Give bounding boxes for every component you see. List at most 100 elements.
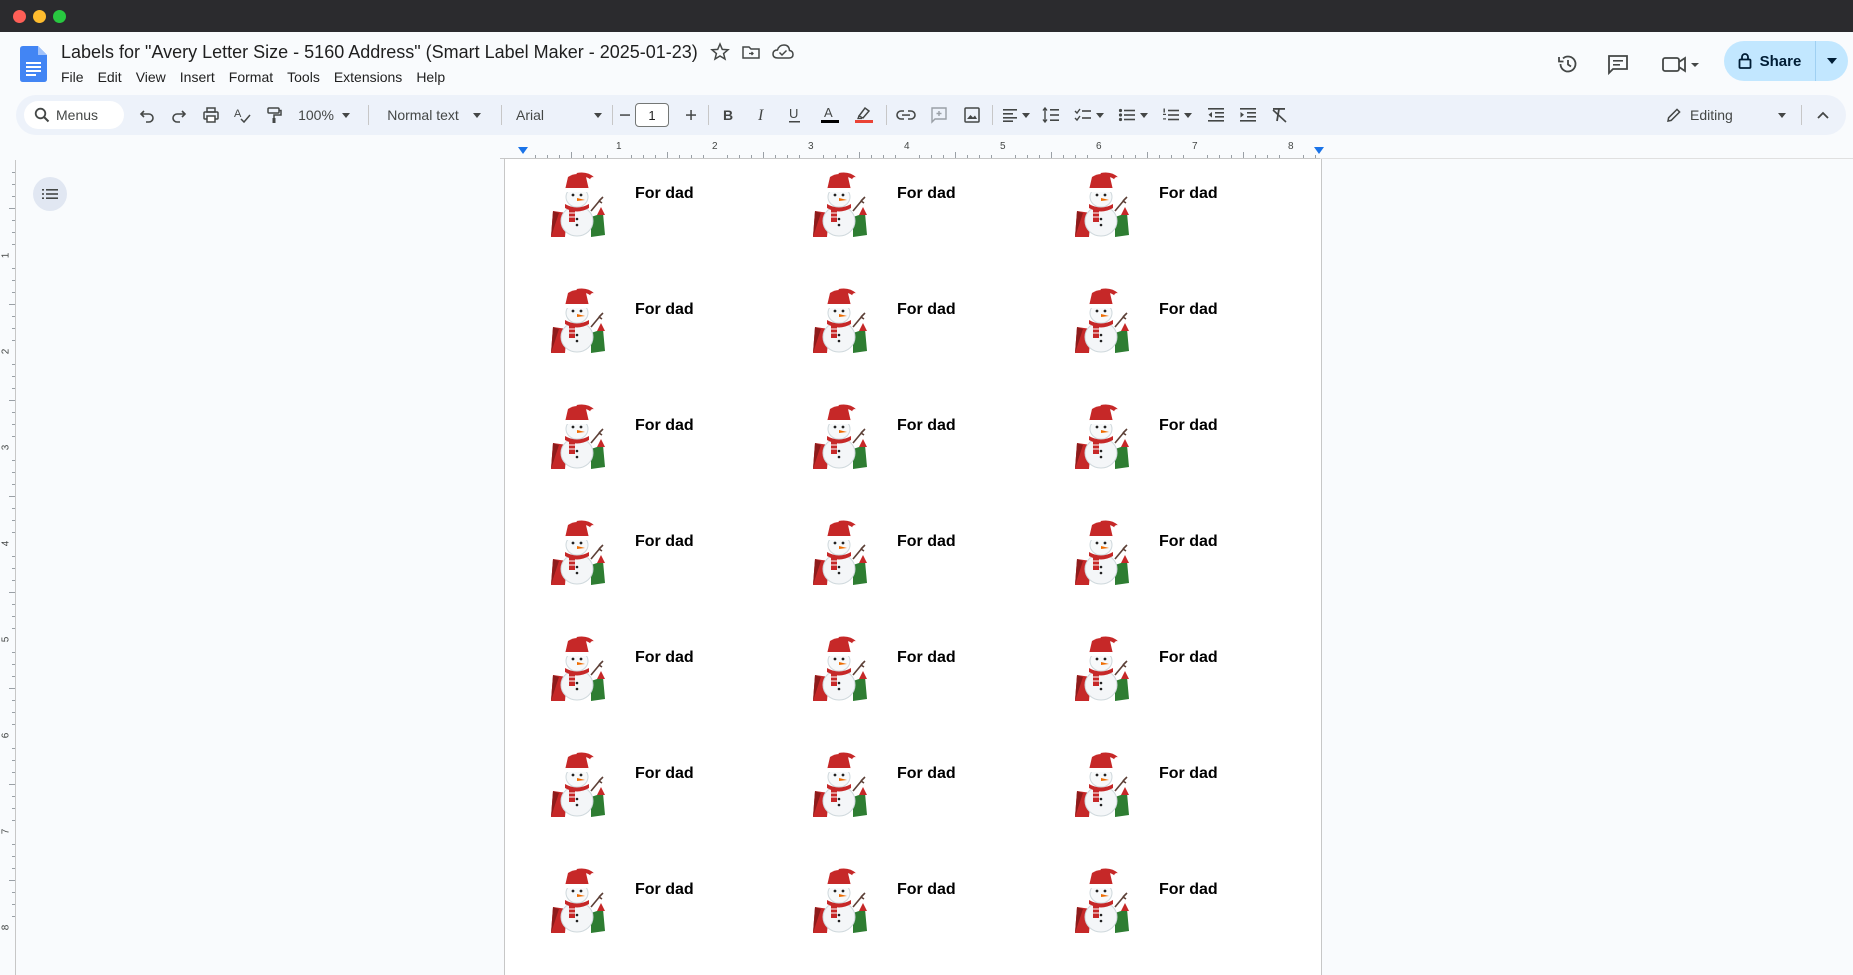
share-dropdown-button[interactable] — [1816, 41, 1848, 81]
address-label[interactable]: For dad — [1029, 615, 1269, 701]
address-label[interactable]: For dad — [1029, 383, 1269, 469]
snowman-image[interactable] — [547, 287, 607, 353]
highlight-color-icon[interactable] — [850, 95, 878, 135]
font-family-dropdown[interactable]: Arial — [510, 95, 608, 135]
minimize-window-button[interactable] — [33, 10, 46, 23]
label-text: For dad — [897, 765, 956, 782]
decrease-indent-icon[interactable] — [1203, 95, 1229, 135]
meet-button[interactable] — [1656, 46, 1706, 82]
numbered-list-dropdown[interactable] — [1158, 95, 1196, 135]
paragraph-style-dropdown[interactable]: Normal text — [378, 95, 490, 135]
label-text: For dad — [1159, 417, 1218, 434]
address-label[interactable]: For dad — [767, 383, 1007, 469]
address-label[interactable]: For dad — [767, 615, 1007, 701]
collapse-toolbar-icon[interactable] — [1809, 95, 1837, 135]
font-size-input[interactable]: 1 — [635, 103, 669, 127]
menu-tools[interactable]: Tools — [280, 67, 327, 87]
menu-edit[interactable]: Edit — [91, 67, 129, 87]
snowman-image[interactable] — [1071, 867, 1131, 933]
star-icon[interactable] — [710, 42, 730, 62]
search-menus-button[interactable]: Menus — [24, 101, 124, 129]
zoom-window-button[interactable] — [53, 10, 66, 23]
snowman-image[interactable] — [1071, 403, 1131, 469]
address-label[interactable]: For dad — [1029, 151, 1269, 237]
address-label[interactable]: For dad — [767, 731, 1007, 817]
snowman-image[interactable] — [1071, 287, 1131, 353]
snowman-image[interactable] — [1071, 171, 1131, 237]
menu-format[interactable]: Format — [222, 67, 280, 87]
increase-font-size-button[interactable] — [682, 95, 700, 135]
snowman-image[interactable] — [547, 171, 607, 237]
address-label[interactable]: For dad — [767, 847, 1007, 933]
italic-icon[interactable]: I — [750, 95, 774, 135]
spelling-check-icon[interactable]: A — [229, 95, 255, 135]
snowman-image[interactable] — [809, 403, 869, 469]
address-label[interactable]: For dad — [767, 499, 1007, 585]
google-docs-logo-icon[interactable] — [20, 46, 47, 82]
address-label[interactable]: For dad — [1029, 847, 1269, 933]
underline-icon[interactable]: U — [783, 95, 807, 135]
snowman-image[interactable] — [547, 867, 607, 933]
address-label[interactable]: For dad — [505, 847, 745, 933]
address-label[interactable]: For dad — [767, 151, 1007, 237]
print-icon[interactable] — [198, 95, 224, 135]
decrease-font-size-button[interactable] — [616, 95, 634, 135]
paint-format-icon[interactable] — [261, 95, 287, 135]
snowman-image[interactable] — [1071, 751, 1131, 817]
address-label[interactable]: For dad — [767, 267, 1007, 353]
snowman-image[interactable] — [547, 519, 607, 585]
toolbar-divider — [992, 105, 993, 125]
version-history-icon[interactable] — [1550, 46, 1586, 82]
snowman-image[interactable] — [1071, 519, 1131, 585]
vertical-ruler[interactable]: 1 2 3 4 5 6 7 8 — [0, 160, 16, 975]
address-label[interactable]: For dad — [505, 731, 745, 817]
document-outline-button[interactable] — [33, 177, 67, 211]
menu-insert[interactable]: Insert — [173, 67, 222, 87]
document-title[interactable]: Labels for "Avery Letter Size - 5160 Add… — [61, 42, 698, 63]
address-label[interactable]: For dad — [1029, 499, 1269, 585]
address-label[interactable]: For dad — [505, 615, 745, 701]
insert-link-icon[interactable] — [893, 95, 919, 135]
share-button[interactable]: Share — [1724, 41, 1816, 81]
redo-icon[interactable] — [166, 95, 192, 135]
document-page[interactable]: For dad For dad For dad For dad For dad For d… — [504, 159, 1322, 975]
menu-extensions[interactable]: Extensions — [327, 67, 409, 87]
text-color-icon[interactable]: A — [816, 95, 844, 135]
menu-view[interactable]: View — [129, 67, 173, 87]
menu-file[interactable]: File — [54, 67, 91, 87]
snowman-image[interactable] — [547, 403, 607, 469]
line-spacing-icon[interactable] — [1038, 95, 1064, 135]
snowman-image[interactable] — [547, 635, 607, 701]
snowman-image[interactable] — [809, 867, 869, 933]
address-label[interactable]: For dad — [1029, 731, 1269, 817]
address-label[interactable]: For dad — [505, 499, 745, 585]
clear-formatting-icon[interactable] — [1267, 95, 1293, 135]
close-window-button[interactable] — [13, 10, 26, 23]
editing-mode-dropdown[interactable]: Editing — [1656, 99, 1796, 131]
snowman-image[interactable] — [809, 171, 869, 237]
snowman-image[interactable] — [809, 635, 869, 701]
snowman-image[interactable] — [809, 751, 869, 817]
zoom-dropdown[interactable]: 100% — [294, 95, 354, 135]
right-indent-marker[interactable] — [1314, 147, 1324, 154]
bold-icon[interactable]: B — [717, 95, 741, 135]
snowman-image[interactable] — [547, 751, 607, 817]
cloud-saved-icon[interactable] — [772, 42, 794, 62]
snowman-image[interactable] — [1071, 635, 1131, 701]
address-label[interactable]: For dad — [505, 151, 745, 237]
increase-indent-icon[interactable] — [1235, 95, 1261, 135]
align-dropdown[interactable] — [999, 95, 1033, 135]
snowman-image[interactable] — [809, 287, 869, 353]
bulleted-list-dropdown[interactable] — [1114, 95, 1152, 135]
address-label[interactable]: For dad — [1029, 267, 1269, 353]
address-label[interactable]: For dad — [505, 267, 745, 353]
comments-icon[interactable] — [1600, 46, 1636, 82]
menu-help[interactable]: Help — [409, 67, 452, 87]
undo-icon[interactable] — [134, 95, 160, 135]
add-comment-icon[interactable] — [926, 95, 952, 135]
checklist-dropdown[interactable] — [1070, 95, 1108, 135]
insert-image-icon[interactable] — [959, 95, 985, 135]
move-folder-icon[interactable] — [741, 42, 761, 62]
snowman-image[interactable] — [809, 519, 869, 585]
address-label[interactable]: For dad — [505, 383, 745, 469]
